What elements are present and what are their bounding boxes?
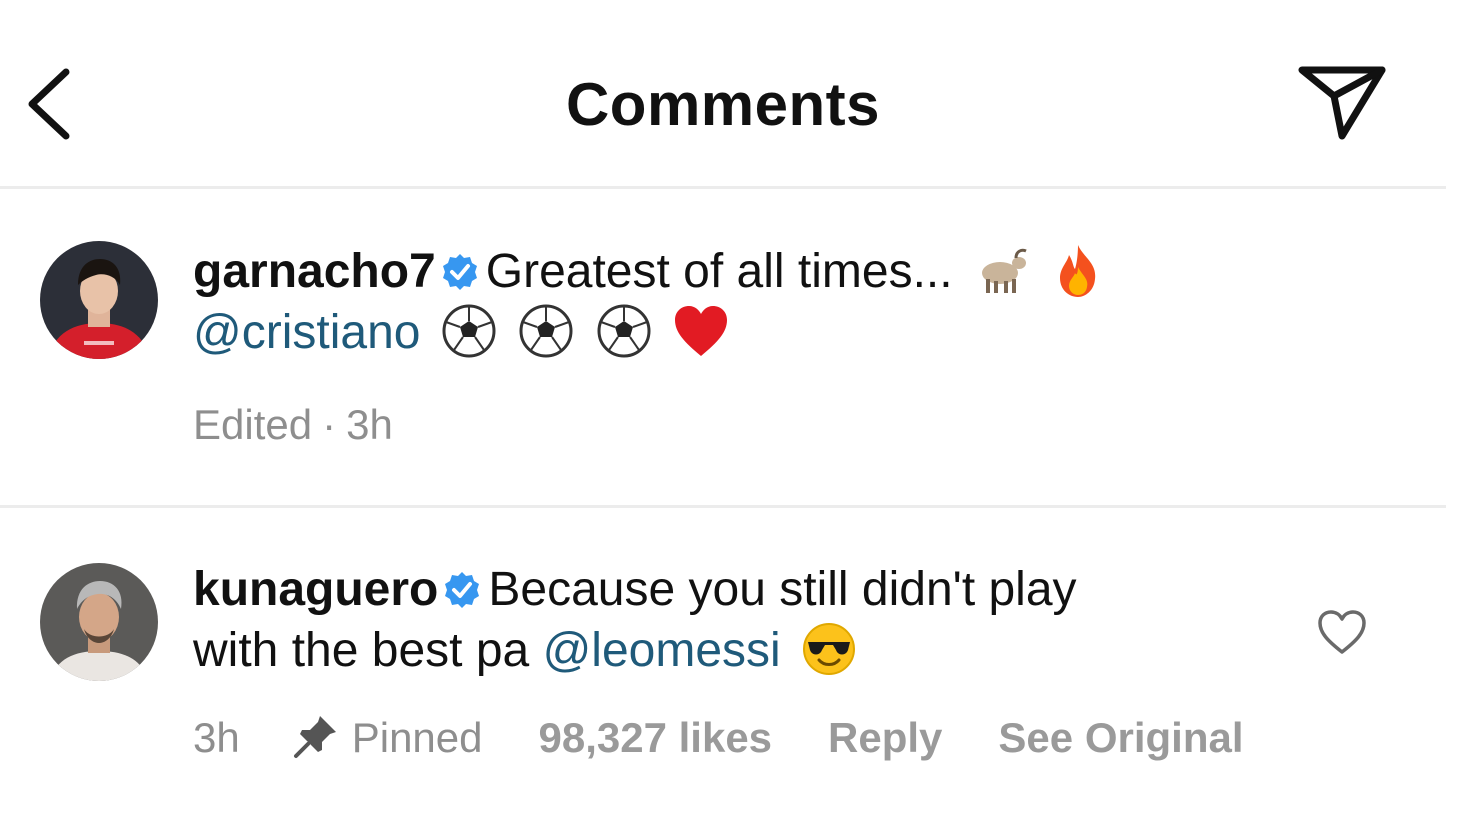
separator-dot: · <box>322 401 337 448</box>
like-button[interactable] <box>1316 606 1368 658</box>
edited-label: Edited <box>193 401 313 448</box>
goat-emoji-icon <box>981 248 1027 293</box>
comment-username[interactable]: kunaguero <box>193 563 438 616</box>
comment-item: garnacho7 Greatest of all times... @cris… <box>0 189 1446 508</box>
verified-badge-icon <box>445 572 480 608</box>
see-original-button[interactable]: See Original <box>998 714 1243 762</box>
mention-link[interactable]: @leomessi <box>543 624 781 677</box>
comment-text: Because you still didn't play <box>488 563 1077 616</box>
fire-emoji-icon <box>1060 245 1096 297</box>
comments-screen: Comments garnacho7 Greatest of all times… <box>0 0 1460 830</box>
comment-meta: Edited · 3h <box>193 401 393 449</box>
header-bar: Comments <box>0 0 1446 189</box>
reply-button[interactable]: Reply <box>828 714 942 762</box>
comment-body: garnacho7 Greatest of all times... @cris… <box>193 241 1293 363</box>
sunglasses-face-emoji-icon <box>803 623 856 675</box>
verified-badge-icon <box>442 254 477 290</box>
pin-icon <box>293 716 336 758</box>
avatar[interactable] <box>40 241 158 359</box>
soccer-ball-emoji-icon <box>519 304 573 358</box>
timestamp: 3h <box>193 714 240 761</box>
comment-text: Greatest of all times... <box>485 245 953 298</box>
mention-link[interactable]: @cristiano <box>193 306 420 359</box>
comment-body: kunaguero Because you still didn't play … <box>193 560 1293 681</box>
comment-item: kunaguero Because you still didn't play … <box>0 508 1446 830</box>
soccer-ball-emoji-icon <box>597 304 650 358</box>
paper-plane-icon <box>1298 66 1386 140</box>
share-button[interactable] <box>1296 62 1388 146</box>
heart-outline-icon <box>1318 610 1366 654</box>
avatar[interactable] <box>40 563 158 681</box>
soccer-ball-emoji-icon <box>442 304 496 358</box>
comment-text-continued: with the best pa <box>193 624 530 677</box>
page-title: Comments <box>565 71 881 138</box>
timestamp: 3h <box>346 401 393 448</box>
comment-meta: 3h Pinned 98,327 likes Reply See Original <box>193 712 1244 762</box>
pinned-label: Pinned <box>351 714 483 761</box>
comment-username[interactable]: garnacho7 <box>193 245 436 298</box>
red-heart-emoji-icon <box>674 306 727 356</box>
likes-count[interactable]: 98,327 likes <box>539 714 773 762</box>
